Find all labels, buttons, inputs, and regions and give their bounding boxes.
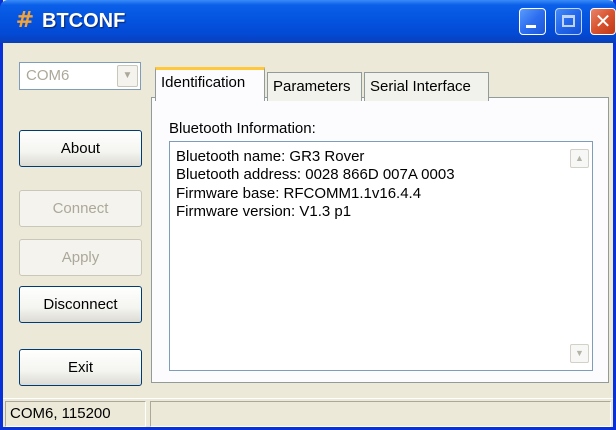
about-button[interactable]: About [19,130,142,167]
disconnect-button[interactable]: Disconnect [19,286,142,323]
exit-button[interactable]: Exit [19,349,142,386]
bluetooth-info-textarea[interactable]: Bluetooth name: GR3 Rover Bluetooth addr… [169,141,593,371]
bluetooth-information-label: Bluetooth Information: [169,120,316,137]
maximize-button [555,8,582,35]
scroll-down-icon[interactable]: ▼ [570,344,589,363]
status-message [150,401,611,427]
window-title: BTCONF [42,10,126,32]
chevron-down-icon: ▼ [117,65,138,87]
tab-serial-interface[interactable]: Serial Interface [364,72,489,101]
com-port-value: COM6 [26,67,70,84]
com-port-select: COM6 ▼ [19,62,141,90]
tab-identification[interactable]: Identification [155,67,265,101]
info-line: Firmware base: RFCOMM1.1v16.4.4 [176,185,422,202]
connect-button: Connect [19,190,142,227]
status-connection: COM6, 115200 [5,401,146,427]
close-button[interactable]: ✕ [590,8,616,35]
tab-parameters[interactable]: Parameters [267,72,362,101]
info-line: Bluetooth name: GR3 Rover [176,148,365,165]
scroll-up-icon[interactable]: ▲ [570,149,589,168]
apply-button: Apply [19,239,142,276]
bluetooth-hash-icon: # [15,8,35,33]
btconf-window: # BTCONF ✕ COM6 ▼ About Connect Apply Di… [0,0,616,430]
title-bar[interactable]: # BTCONF ✕ [0,0,616,43]
info-line: Firmware version: V1.3 p1 [176,203,352,220]
status-bar: COM6, 115200 [3,398,613,427]
minimize-button[interactable] [519,8,546,35]
info-line: Bluetooth address: 0028 866D 007A 0003 [176,166,455,183]
